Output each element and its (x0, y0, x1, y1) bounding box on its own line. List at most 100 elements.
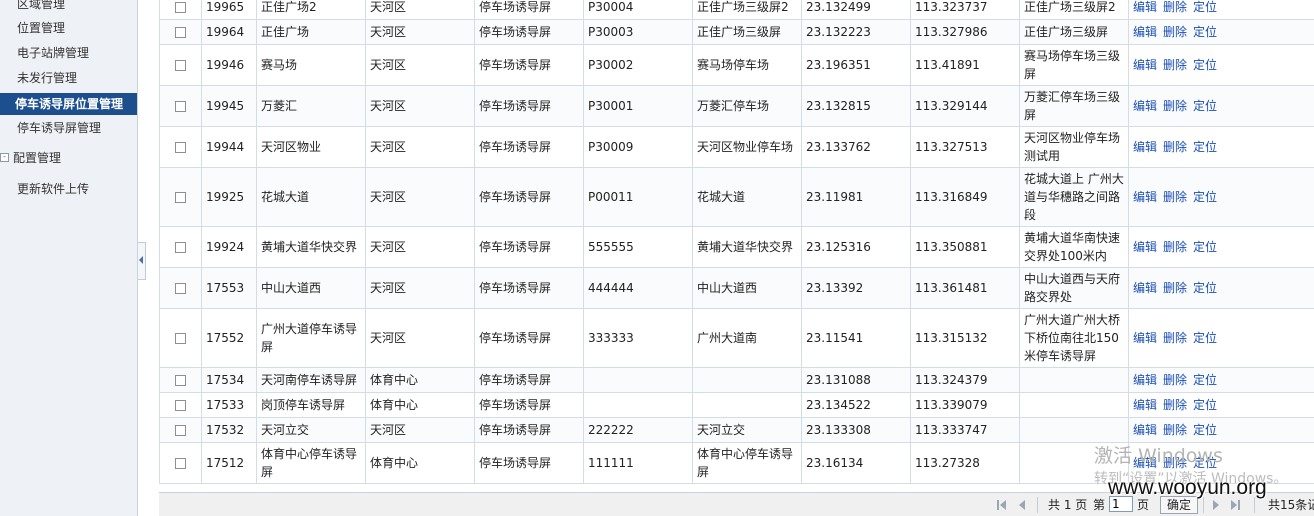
row-checkbox[interactable] (175, 458, 186, 469)
last-page-icon[interactable] (1231, 500, 1241, 510)
delete-link[interactable]: 删除 (1163, 99, 1187, 113)
delete-link[interactable]: 删除 (1163, 240, 1187, 254)
edit-link[interactable]: 编辑 (1133, 58, 1157, 72)
row-checkbox[interactable] (175, 60, 186, 71)
row-checkbox-cell (159, 442, 202, 484)
sidebar-item-software-upload[interactable]: 更新软件上传 (0, 178, 137, 200)
cell-lng: 113.316849 (910, 167, 1020, 227)
sidebar-item-region[interactable]: 区域管理 (0, 0, 137, 15)
edit-link[interactable]: 编辑 (1133, 0, 1157, 14)
cell-actions: 编辑 删除 定位 (1128, 367, 1314, 393)
cell-name: 体育中心停车诱导屏 (256, 442, 366, 484)
cell-desc: 正佳广场三级屏2 (1019, 0, 1129, 20)
row-checkbox[interactable] (175, 283, 186, 294)
sidebar-item-parking-screen[interactable]: 停车诱导屏管理 (0, 117, 137, 139)
cell-lat: 23.132223 (801, 19, 911, 45)
cell-actions: 编辑 删除 定位 (1128, 167, 1314, 227)
edit-link[interactable]: 编辑 (1133, 423, 1157, 437)
collapse-toggle-icon[interactable]: - (0, 153, 9, 162)
sidebar-group-config[interactable]: - 配置管理 (0, 147, 137, 169)
cell-lot: 花城大道 (692, 167, 802, 227)
edit-link[interactable]: 编辑 (1133, 240, 1157, 254)
cell-actions: 编辑 删除 定位 (1128, 44, 1314, 86)
delete-link[interactable]: 删除 (1163, 140, 1187, 154)
edit-link[interactable]: 编辑 (1133, 373, 1157, 387)
row-checkbox-cell (159, 267, 202, 309)
sidebar-item-e-stop-sign[interactable]: 电子站牌管理 (0, 42, 137, 64)
row-checkbox[interactable] (175, 425, 186, 436)
delete-link[interactable]: 删除 (1163, 373, 1187, 387)
delete-link[interactable]: 删除 (1163, 190, 1187, 204)
cell-actions: 编辑 删除 定位 (1128, 267, 1314, 309)
locate-link[interactable]: 定位 (1193, 99, 1217, 113)
cell-lng: 113.327986 (910, 19, 1020, 45)
sidebar-item-unissued[interactable]: 未发行管理 (0, 67, 137, 89)
sidebar: 区域管理 位置管理 电子站牌管理 未发行管理 停车诱导屏位置管理 停车诱导屏管理… (0, 0, 138, 516)
cell-lat: 23.133762 (801, 126, 911, 168)
cell-desc: 赛马场停车场三级屏 (1019, 44, 1129, 86)
table-row: 17532 天河立交 天河区 停车场诱导屏 222222 天河立交 23.133308 113… (159, 417, 1314, 443)
sidebar-collapse-handle[interactable] (138, 242, 146, 280)
cell-lat: 23.16134 (801, 442, 911, 484)
cell-name: 花城大道 (256, 167, 366, 227)
delete-link[interactable]: 删除 (1163, 398, 1187, 412)
locate-link[interactable]: 定位 (1193, 140, 1217, 154)
edit-link[interactable]: 编辑 (1133, 140, 1157, 154)
row-checkbox[interactable] (175, 142, 186, 153)
locate-link[interactable]: 定位 (1193, 281, 1217, 295)
edit-link[interactable]: 编辑 (1133, 331, 1157, 345)
cell-type: 停车场诱导屏 (474, 417, 584, 443)
delete-link[interactable]: 删除 (1163, 423, 1187, 437)
locate-link[interactable]: 定位 (1193, 58, 1217, 72)
cell-name: 岗顶停车诱导屏 (256, 392, 366, 418)
cell-lot: 中山大道西 (692, 267, 802, 309)
cell-code (583, 392, 693, 418)
locate-link[interactable]: 定位 (1193, 331, 1217, 345)
delete-link[interactable]: 删除 (1163, 0, 1187, 14)
row-checkbox[interactable] (175, 2, 186, 13)
cell-lot: 正佳广场三级屏2 (692, 0, 802, 20)
cell-actions: 编辑 删除 定位 (1128, 226, 1314, 268)
sidebar-item-location[interactable]: 位置管理 (0, 17, 137, 39)
row-checkbox[interactable] (175, 242, 186, 253)
row-checkbox[interactable] (175, 192, 186, 203)
delete-link[interactable]: 删除 (1163, 331, 1187, 345)
cell-type: 停车场诱导屏 (474, 85, 584, 127)
row-checkbox[interactable] (175, 101, 186, 112)
first-page-icon[interactable] (997, 500, 1007, 510)
cell-district: 天河区 (365, 226, 475, 268)
row-checkbox[interactable] (175, 333, 186, 344)
edit-link[interactable]: 编辑 (1133, 190, 1157, 204)
locate-link[interactable]: 定位 (1193, 373, 1217, 387)
delete-link[interactable]: 删除 (1163, 25, 1187, 39)
cell-lng: 113.315132 (910, 308, 1020, 368)
row-checkbox[interactable] (175, 27, 186, 38)
cell-lot: 黄埔大道华快交界 (692, 226, 802, 268)
cell-lot (692, 367, 802, 393)
cell-name: 正佳广场2 (256, 0, 366, 20)
pager-separator (1037, 497, 1038, 513)
row-checkbox[interactable] (175, 400, 186, 411)
cell-type: 停车场诱导屏 (474, 0, 584, 20)
locate-link[interactable]: 定位 (1193, 398, 1217, 412)
sidebar-item-parking-screen-location[interactable]: 停车诱导屏位置管理 (0, 93, 137, 115)
row-checkbox-cell (159, 19, 202, 45)
locate-link[interactable]: 定位 (1193, 423, 1217, 437)
locate-link[interactable]: 定位 (1193, 25, 1217, 39)
row-checkbox[interactable] (175, 375, 186, 386)
row-checkbox-cell (159, 85, 202, 127)
prev-page-icon[interactable] (1017, 500, 1027, 510)
edit-link[interactable]: 编辑 (1133, 25, 1157, 39)
cell-code: 444444 (583, 267, 693, 309)
row-checkbox-cell (159, 226, 202, 268)
locate-link[interactable]: 定位 (1193, 240, 1217, 254)
next-page-icon[interactable] (1211, 500, 1221, 510)
edit-link[interactable]: 编辑 (1133, 99, 1157, 113)
cell-name: 中山大道西 (256, 267, 366, 309)
locate-link[interactable]: 定位 (1193, 0, 1217, 14)
delete-link[interactable]: 删除 (1163, 281, 1187, 295)
locate-link[interactable]: 定位 (1193, 190, 1217, 204)
edit-link[interactable]: 编辑 (1133, 398, 1157, 412)
edit-link[interactable]: 编辑 (1133, 281, 1157, 295)
delete-link[interactable]: 删除 (1163, 58, 1187, 72)
